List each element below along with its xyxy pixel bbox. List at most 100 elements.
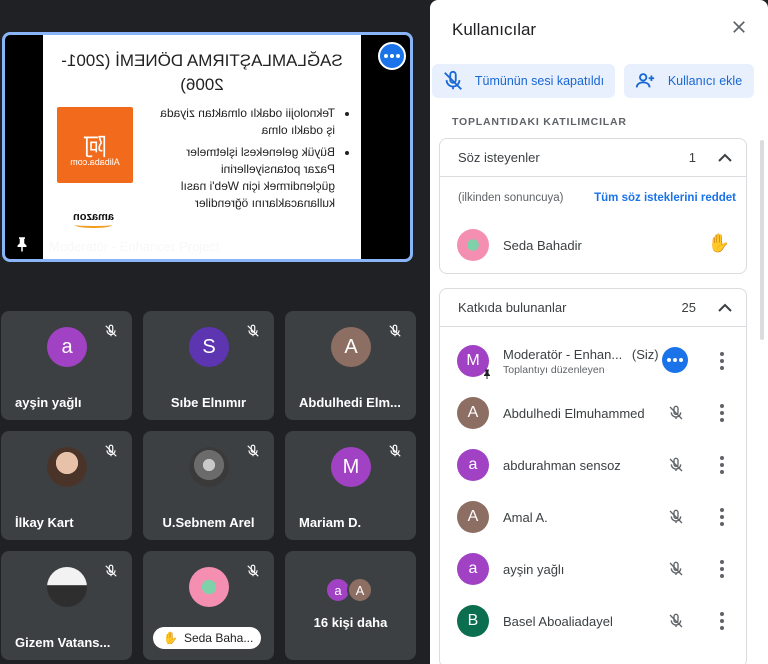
more-vert-icon[interactable] bbox=[720, 404, 724, 422]
dot-icon bbox=[384, 54, 388, 58]
list-item[interactable]: M Moderatör - Enhan... (Siz) Toplantıyı … bbox=[440, 335, 746, 387]
presentation-tile[interactable]: SAĞLAMLAŞTIRMA DÖNEMİ (2001-2006) 阿 Alib… bbox=[2, 32, 413, 262]
more-options-button[interactable] bbox=[378, 42, 406, 70]
participant-name: ayşin yağlı bbox=[15, 395, 82, 410]
participant-name: abdurahman sensoz bbox=[503, 457, 621, 473]
more-participants-label: 16 kişi daha bbox=[313, 615, 388, 630]
avatar: A bbox=[347, 577, 373, 603]
participant-tile[interactable]: S Sıbe Elnımır bbox=[143, 311, 274, 420]
contributors-title: Katkıda bulunanlar bbox=[458, 300, 567, 315]
mic-off-icon[interactable] bbox=[668, 560, 684, 578]
add-user-button[interactable]: Kullanıcı ekle bbox=[624, 64, 754, 98]
mic-off-icon bbox=[246, 323, 260, 339]
contributors-card: Katkıda bulunanlar 25 M Moderatör - Enha… bbox=[439, 288, 747, 664]
slide-title: SAĞLAMLAŞTIRMA DÖNEMİ (2001-2006) bbox=[61, 51, 343, 94]
contributors-header[interactable]: Katkıda bulunanlar 25 bbox=[440, 289, 746, 327]
pin-icon[interactable] bbox=[13, 235, 31, 253]
more-participants-tile[interactable]: a A 16 kişi daha bbox=[285, 551, 416, 660]
raised-hands-count: 1 bbox=[688, 150, 696, 165]
mic-off-icon[interactable] bbox=[668, 404, 684, 422]
list-item[interactable]: Seda Bahadir ✋ bbox=[440, 219, 746, 271]
avatar-initial: M bbox=[466, 352, 480, 369]
more-vert-icon[interactable] bbox=[720, 352, 724, 370]
mic-off-icon bbox=[388, 323, 402, 339]
raised-hands-header[interactable]: Söz isteyenler 1 bbox=[440, 139, 746, 177]
participant-name: Mariam D. bbox=[299, 515, 362, 530]
avatar: S bbox=[189, 327, 229, 367]
participant-more-button[interactable] bbox=[662, 347, 688, 373]
avatar-photo bbox=[189, 447, 229, 487]
avatar-photo bbox=[47, 447, 87, 487]
avatar-photo bbox=[457, 229, 489, 261]
hand-icon: ✋ bbox=[163, 631, 178, 645]
mic-off-icon[interactable] bbox=[668, 612, 684, 630]
participant-name: Abdulhedi Elm... bbox=[299, 395, 401, 410]
you-tag: (Siz) bbox=[631, 346, 659, 362]
more-vert-icon[interactable] bbox=[720, 612, 724, 630]
raised-hand-badge: ✋ Seda Baha... bbox=[153, 627, 261, 649]
avatar: M bbox=[331, 447, 371, 487]
avatar: B bbox=[457, 605, 489, 637]
avatar: A bbox=[331, 327, 371, 367]
more-vert-icon[interactable] bbox=[720, 456, 724, 474]
participant-tile[interactable]: A Abdulhedi Elm... bbox=[285, 311, 416, 420]
amazon-logo: amazon bbox=[73, 211, 114, 223]
alibaba-logo: 阿 Alibaba.com bbox=[57, 107, 133, 183]
raised-hands-title: Söz isteyenler bbox=[458, 150, 540, 165]
mic-off-icon[interactable] bbox=[668, 456, 684, 474]
participant-name: Basel Aboaliadayel bbox=[503, 613, 613, 629]
participant-name: Gizem Vatans... bbox=[15, 635, 111, 650]
participant-tile[interactable]: U.Sebnem Arel bbox=[143, 431, 274, 540]
dot-icon bbox=[667, 358, 671, 362]
people-panel: Kullanıcılar Tümünün sesi kapatıldı Kull… bbox=[430, 0, 768, 664]
raised-hands-card: Söz isteyenler 1 (ilkinden sonuncuya) Tü… bbox=[439, 138, 747, 274]
participant-name: Seda Bahadir bbox=[503, 237, 582, 253]
participant-tile[interactable]: M Mariam D. bbox=[285, 431, 416, 540]
add-person-icon bbox=[635, 73, 655, 88]
participant-tile[interactable]: Gizem Vatans... bbox=[1, 551, 132, 660]
mute-all-button[interactable]: Tümünün sesi kapatıldı bbox=[432, 64, 615, 98]
more-vert-icon[interactable] bbox=[720, 560, 724, 578]
dot-icon bbox=[396, 54, 400, 58]
avatar: M bbox=[457, 345, 490, 379]
slide-bullets: Teknolojii odaklı olmaktan ziyada iş oda… bbox=[153, 105, 349, 217]
participant-name: ayşin yağlı bbox=[503, 561, 565, 577]
list-item[interactable]: A Abdulhedi Elmuhammed bbox=[440, 387, 746, 439]
slide-bullet: Büyük gelenekesl işletmeler Pazar potans… bbox=[153, 144, 335, 212]
avatar: A bbox=[457, 501, 489, 533]
mic-off-icon bbox=[104, 323, 118, 339]
avatar-photo bbox=[189, 567, 229, 607]
participant-info: Moderatör - Enhan... (Siz) Toplantıyı dü… bbox=[503, 347, 659, 376]
list-item[interactable]: a abdurahman sensoz bbox=[440, 439, 746, 491]
order-label: (ilkinden sonuncuya) bbox=[458, 192, 564, 204]
mic-off-icon bbox=[104, 443, 118, 459]
list-item[interactable]: a ayşin yağlı bbox=[440, 543, 746, 595]
section-heading: TOPLANTIDAKI KATILIMCILAR bbox=[452, 116, 627, 128]
participant-name-line: Moderatör - Enhan... (Siz) bbox=[503, 347, 659, 362]
mic-off-icon bbox=[246, 563, 260, 579]
contributors-count: 25 bbox=[681, 300, 696, 315]
avatar: a bbox=[47, 327, 87, 367]
dot-icon bbox=[673, 358, 677, 362]
participant-name: Sıbe Elnımır bbox=[170, 395, 247, 410]
participant-tile[interactable]: ✋ Seda Baha... bbox=[143, 551, 274, 660]
participant-tile[interactable]: a ayşin yağlı bbox=[1, 311, 132, 420]
participant-name: Abdulhedi Elmuhammed bbox=[503, 405, 645, 421]
close-icon[interactable] bbox=[730, 18, 748, 36]
reject-all-link[interactable]: Tüm söz isteklerini reddet bbox=[594, 192, 736, 204]
mic-off-icon bbox=[246, 443, 260, 459]
participant-name: Seda Baha... bbox=[183, 631, 254, 645]
raised-hand-icon[interactable]: ✋ bbox=[708, 233, 730, 254]
list-item[interactable]: B Basel Aboaliadayel bbox=[440, 595, 746, 647]
participant-name: U.Sebnem Arel bbox=[162, 515, 255, 530]
chevron-up-icon bbox=[718, 153, 732, 162]
participant-tile[interactable]: İlkay Kart bbox=[1, 431, 132, 540]
mic-off-icon bbox=[104, 563, 118, 579]
chevron-up-icon bbox=[718, 303, 732, 312]
mic-off-icon[interactable] bbox=[668, 508, 684, 526]
scrollbar[interactable] bbox=[760, 140, 764, 340]
list-item[interactable]: A Amal A. bbox=[440, 491, 746, 543]
more-vert-icon[interactable] bbox=[720, 508, 724, 526]
participant-name: İlkay Kart bbox=[15, 515, 74, 530]
mute-all-label: Tümünün sesi kapatıldı bbox=[474, 73, 605, 88]
